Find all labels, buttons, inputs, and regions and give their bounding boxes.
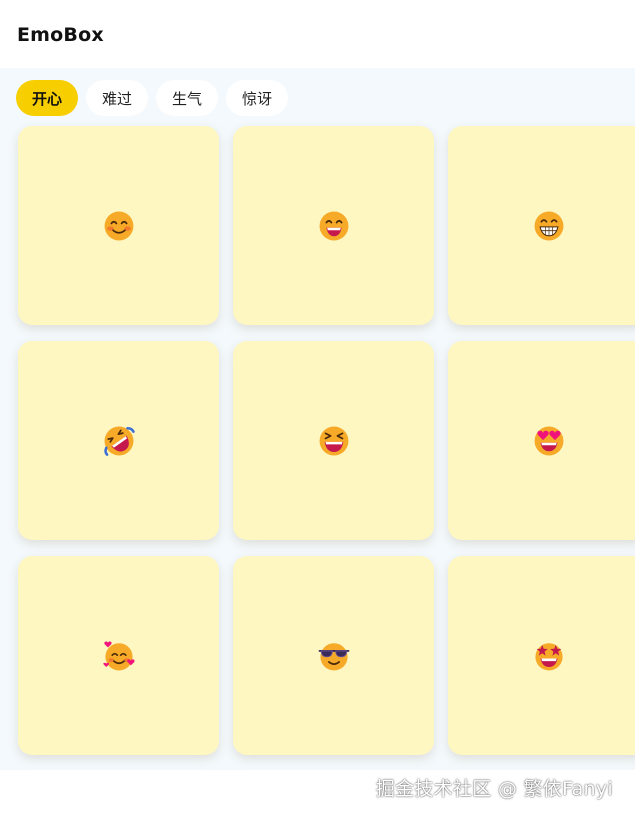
smiling-face-with-sunglasses-icon xyxy=(318,642,349,670)
watermark-text: 掘金技术社区 @ 繁依Fanyi xyxy=(375,778,613,800)
app-window: EmoBox 开心 难过 生气 惊讶 掘金技术社区 @ 繁依Fanyi xyxy=(0,0,635,821)
emoji-card[interactable] xyxy=(233,126,434,325)
emoji-card[interactable] xyxy=(18,556,219,755)
emoji-card[interactable] xyxy=(448,126,635,325)
emoji-card[interactable] xyxy=(18,341,219,540)
grinning-face-with-smiling-eyes-icon xyxy=(319,211,348,240)
rolling-on-the-floor-laughing-icon xyxy=(103,426,135,456)
smiling-face-with-smiling-eyes-icon xyxy=(104,211,133,240)
star-struck-icon xyxy=(534,642,563,670)
app-title: EmoBox xyxy=(17,24,104,46)
beaming-face-with-smiling-eyes-icon xyxy=(534,211,563,240)
emoji-card[interactable] xyxy=(233,341,434,540)
smiling-face-with-hearts-icon xyxy=(102,641,135,670)
emoji-card[interactable] xyxy=(233,556,434,755)
emoji-card[interactable] xyxy=(448,341,635,540)
app-header: EmoBox xyxy=(0,0,635,68)
smiling-face-with-heart-eyes-icon xyxy=(534,426,563,455)
tab-surprised[interactable]: 惊讶 xyxy=(226,80,289,116)
emoji-card[interactable] xyxy=(448,556,635,755)
emoji-card[interactable] xyxy=(18,126,219,325)
grinning-squinting-face-icon xyxy=(319,426,348,455)
tab-sad[interactable]: 难过 xyxy=(86,80,149,116)
category-tabs: 开心 难过 生气 惊讶 xyxy=(16,80,289,116)
tab-happy[interactable]: 开心 xyxy=(16,80,79,116)
tab-angry[interactable]: 生气 xyxy=(156,80,219,116)
